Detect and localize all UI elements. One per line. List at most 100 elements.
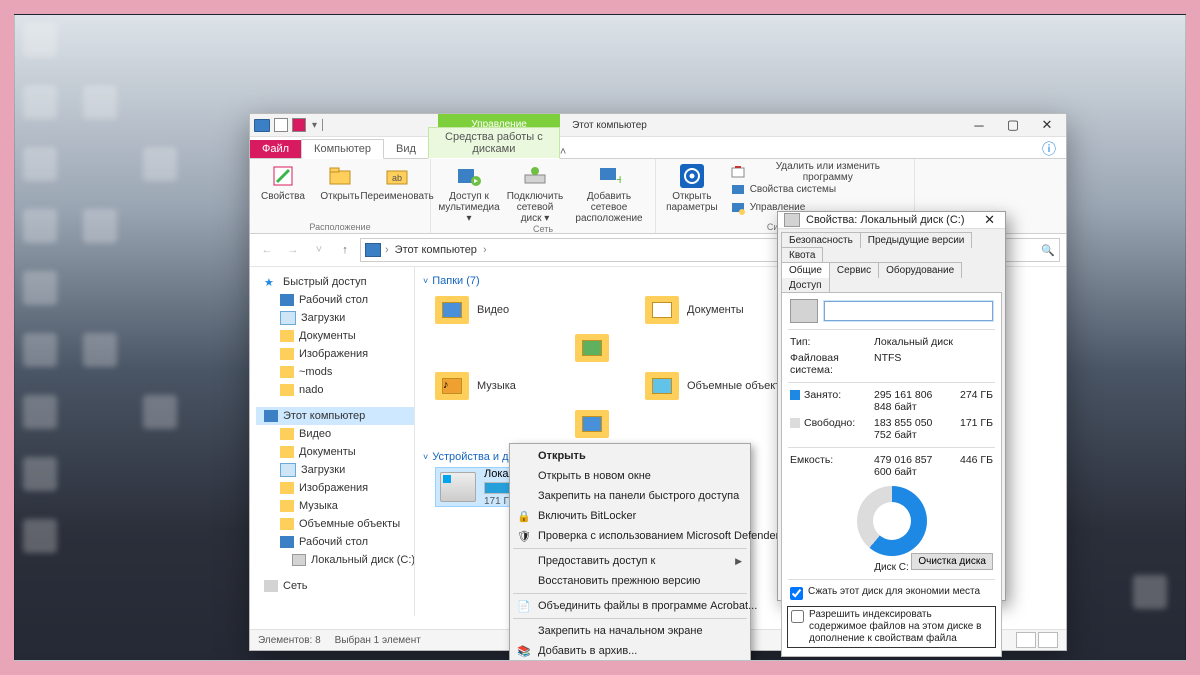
index-checkbox-row[interactable]: Разрешить индексировать содержимое файло… (791, 609, 992, 645)
context-menu-item[interactable]: 🛡Проверка с использованием Microsoft Def… (512, 526, 748, 546)
drive-icon (784, 213, 800, 227)
nav-c-drive[interactable]: Локальный диск (C:) (256, 551, 414, 569)
nav-video[interactable]: Видео (256, 425, 414, 443)
nav-forward-button[interactable]: → (282, 239, 304, 261)
nav-nado[interactable]: nado (256, 381, 414, 399)
context-menu-item[interactable]: 📄Объединить файлы в программе Acrobat... (512, 596, 748, 616)
tab-computer[interactable]: Компьютер (301, 139, 384, 159)
ribbon-group-label: Сеть (533, 224, 553, 234)
folder-item-cut[interactable] (575, 329, 725, 367)
value-used-gb: 274 ГБ (951, 389, 993, 413)
window-titlebar[interactable]: ▾ │ Управление Этот компьютер ─ ▢ ✕ (250, 114, 1066, 137)
nav-this-pc[interactable]: Этот компьютер (256, 407, 414, 425)
maximize-button[interactable]: ▢ (996, 114, 1030, 136)
ribbon-uninstall-program[interactable]: Удалить или изменить программу (728, 163, 908, 180)
dialog-tabs: Безопасность Предыдущие версии Квота Общ… (778, 229, 1005, 292)
nav-up-button[interactable]: ↑ (334, 239, 356, 261)
tab-previous-versions[interactable]: Предыдущие версии (860, 232, 973, 248)
close-button[interactable]: ✕ (1030, 114, 1064, 136)
qat-button[interactable] (274, 118, 288, 132)
nav-back-button[interactable]: ← (256, 239, 278, 261)
tab-quota[interactable]: Квота (781, 247, 823, 263)
ribbon-properties[interactable]: Свойства (253, 161, 313, 202)
nav-documents[interactable]: Документы (256, 327, 414, 345)
tab-drive-tools[interactable]: Средства работы с дисками (428, 127, 560, 159)
value-capacity-bytes: 479 016 857 600 байт (874, 454, 951, 478)
nav-documents2[interactable]: Документы (256, 443, 414, 461)
desktop-shortcut (23, 209, 57, 243)
nav-pictures[interactable]: Изображения (256, 345, 414, 363)
qat-button[interactable] (292, 118, 306, 132)
folder-item[interactable]: ♪Музыка (435, 367, 585, 405)
context-menu-item[interactable]: Закрепить на панели быстрого доступа (512, 486, 748, 506)
context-menu-item[interactable]: Предоставить доступ к▶ (512, 551, 748, 571)
label-filesystem: Файловая система: (790, 352, 874, 376)
context-menu-item[interactable]: Открыть (512, 446, 748, 466)
dialog-titlebar[interactable]: Свойства: Локальный диск (C:) ✕ (778, 212, 1005, 229)
nav-pictures2[interactable]: Изображения (256, 479, 414, 497)
qat-overflow-icon[interactable]: ▾ │ (310, 120, 326, 131)
tab-tools[interactable]: Сервис (829, 262, 879, 278)
ribbon-map-drive[interactable]: Подключить сетевой диск ▾ (505, 161, 565, 224)
ribbon-open-settings[interactable]: Открыть параметры (662, 161, 722, 213)
folder-item[interactable]: Документы (645, 291, 795, 329)
search-icon: 🔍 (1041, 244, 1055, 257)
value-free-bytes: 183 855 050 752 байт (874, 417, 951, 441)
nav-downloads2[interactable]: Загрузки (256, 461, 414, 479)
desktop-shortcut (143, 395, 177, 429)
nav-mods[interactable]: ~mods (256, 363, 414, 381)
desktop-shortcut (23, 147, 57, 181)
label-type: Тип: (790, 336, 874, 348)
tab-file[interactable]: Файл (250, 140, 301, 158)
tab-view[interactable]: Вид (384, 140, 428, 158)
view-switcher[interactable] (1016, 632, 1058, 648)
value-capacity-gb: 446 ГБ (951, 454, 993, 478)
compress-checkbox-row[interactable]: Сжать этот диск для экономии места (790, 586, 993, 600)
pc-icon (365, 243, 381, 257)
tab-general[interactable]: Общие (781, 262, 830, 278)
nav-desktop[interactable]: Рабочий стол (256, 291, 414, 309)
tab-sharing[interactable]: Доступ (781, 277, 830, 293)
ribbon-open[interactable]: Открыть (319, 161, 361, 202)
value-type: Локальный диск (874, 336, 993, 348)
drive-label-input[interactable] (824, 301, 993, 321)
nav-downloads[interactable]: Загрузки (256, 309, 414, 327)
ribbon-add-network-location[interactable]: +Добавить сетевое расположение (571, 161, 647, 224)
value-free-gb: 171 ГБ (951, 417, 993, 441)
tab-hardware[interactable]: Оборудование (878, 262, 962, 278)
desktop-shortcut (23, 85, 57, 119)
dialog-buttons: ОК Отмена Применить (778, 660, 1005, 661)
nav-network[interactable]: Сеть (256, 577, 414, 595)
ribbon-system-properties[interactable]: Свойства системы (728, 181, 908, 198)
context-menu-item[interactable]: Открыть в новом окне (512, 466, 748, 486)
nav-recent-button[interactable]: ˅ (308, 239, 330, 261)
disk-cleanup-button[interactable]: Очистка диска (911, 553, 993, 570)
breadcrumb-segment[interactable]: Этот компьютер (393, 244, 479, 256)
context-menu-item[interactable]: 🔒Включить BitLocker (512, 506, 748, 526)
nav-music[interactable]: Музыка (256, 497, 414, 515)
folder-item-cut[interactable] (575, 405, 725, 443)
tab-security[interactable]: Безопасность (781, 232, 861, 248)
folder-item[interactable]: Видео (435, 291, 585, 329)
ribbon-rename[interactable]: abПереименовать (367, 161, 427, 202)
help-icon[interactable]: ⓘ (1038, 140, 1060, 158)
nav-quick-access[interactable]: ★Быстрый доступ (256, 273, 414, 291)
ribbon-collapse-icon[interactable]: ˄ (560, 146, 566, 158)
rar-icon: 📚 (517, 644, 531, 658)
dialog-title: Свойства: Локальный диск (C:) (806, 214, 965, 226)
ribbon-media-access[interactable]: Доступ к мультимедиа ▾ (439, 161, 499, 224)
nav-desktop2[interactable]: Рабочий стол (256, 533, 414, 551)
context-menu-item[interactable]: Восстановить прежнюю версию (512, 571, 748, 591)
context-menu-item[interactable]: 📚Добавить в архив... (512, 641, 748, 661)
compress-checkbox[interactable] (790, 587, 803, 600)
nav-3d-objects[interactable]: Объемные объекты (256, 515, 414, 533)
folder-item[interactable]: Объемные объекты (645, 367, 795, 405)
desktop-shortcut (23, 457, 57, 491)
drive-icon (440, 472, 476, 502)
desktop-background: ▾ │ Управление Этот компьютер ─ ▢ ✕ Файл… (14, 14, 1186, 661)
desktop-shortcut (23, 271, 57, 305)
minimize-button[interactable]: ─ (962, 114, 996, 136)
dialog-close-button[interactable]: ✕ (980, 212, 999, 228)
index-checkbox[interactable] (791, 610, 804, 623)
context-menu-item[interactable]: Закрепить на начальном экране (512, 621, 748, 641)
